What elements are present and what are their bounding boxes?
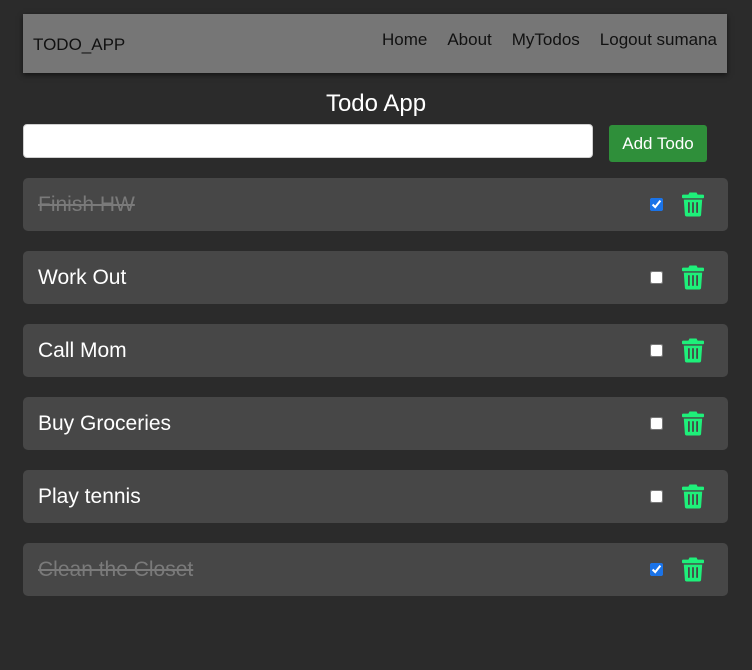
todo-complete-checkbox[interactable] <box>650 271 663 284</box>
trash-icon[interactable] <box>682 557 704 582</box>
trash-icon[interactable] <box>682 484 704 509</box>
todo-complete-checkbox[interactable] <box>650 198 663 211</box>
trash-icon[interactable] <box>682 411 704 436</box>
todo-text: Call Mom <box>38 339 127 362</box>
nav-link-home[interactable]: Home <box>382 30 427 50</box>
nav-links: Home About MyTodos Logout sumana <box>382 30 717 50</box>
add-todo-button[interactable]: Add Todo <box>609 125 707 162</box>
todo-text: Clean the Closet <box>38 558 194 581</box>
trash-icon[interactable] <box>682 338 704 363</box>
todo-input[interactable] <box>23 124 593 158</box>
todo-text: Work Out <box>38 266 127 289</box>
todo-item: Buy Groceries <box>23 397 728 450</box>
todo-item: Call Mom <box>23 324 728 377</box>
todo-complete-checkbox[interactable] <box>650 344 663 357</box>
navbar: TODO_APP Home About MyTodos Logout suman… <box>23 14 727 73</box>
trash-icon[interactable] <box>682 192 704 217</box>
todo-item: Play tennis <box>23 470 728 523</box>
todo-item: Clean the Closet <box>23 543 728 596</box>
nav-link-about[interactable]: About <box>447 30 491 50</box>
todo-complete-checkbox[interactable] <box>650 490 663 503</box>
nav-link-logout[interactable]: Logout sumana <box>600 30 717 50</box>
todo-item: Work Out <box>23 251 728 304</box>
page-title: Todo App <box>325 90 427 117</box>
todo-complete-checkbox[interactable] <box>650 563 663 576</box>
todo-text: Play tennis <box>38 485 141 508</box>
todo-item: Finish HW <box>23 178 728 231</box>
trash-icon[interactable] <box>682 265 704 290</box>
todo-list: Finish HW Work Out Call Mom Buy Grocerie… <box>23 178 728 616</box>
todo-text: Buy Groceries <box>38 412 172 435</box>
todo-complete-checkbox[interactable] <box>650 417 663 430</box>
nav-link-mytodos[interactable]: MyTodos <box>512 30 580 50</box>
todo-text: Finish HW <box>38 193 135 216</box>
brand-logo-text[interactable]: TODO_APP <box>33 35 125 55</box>
